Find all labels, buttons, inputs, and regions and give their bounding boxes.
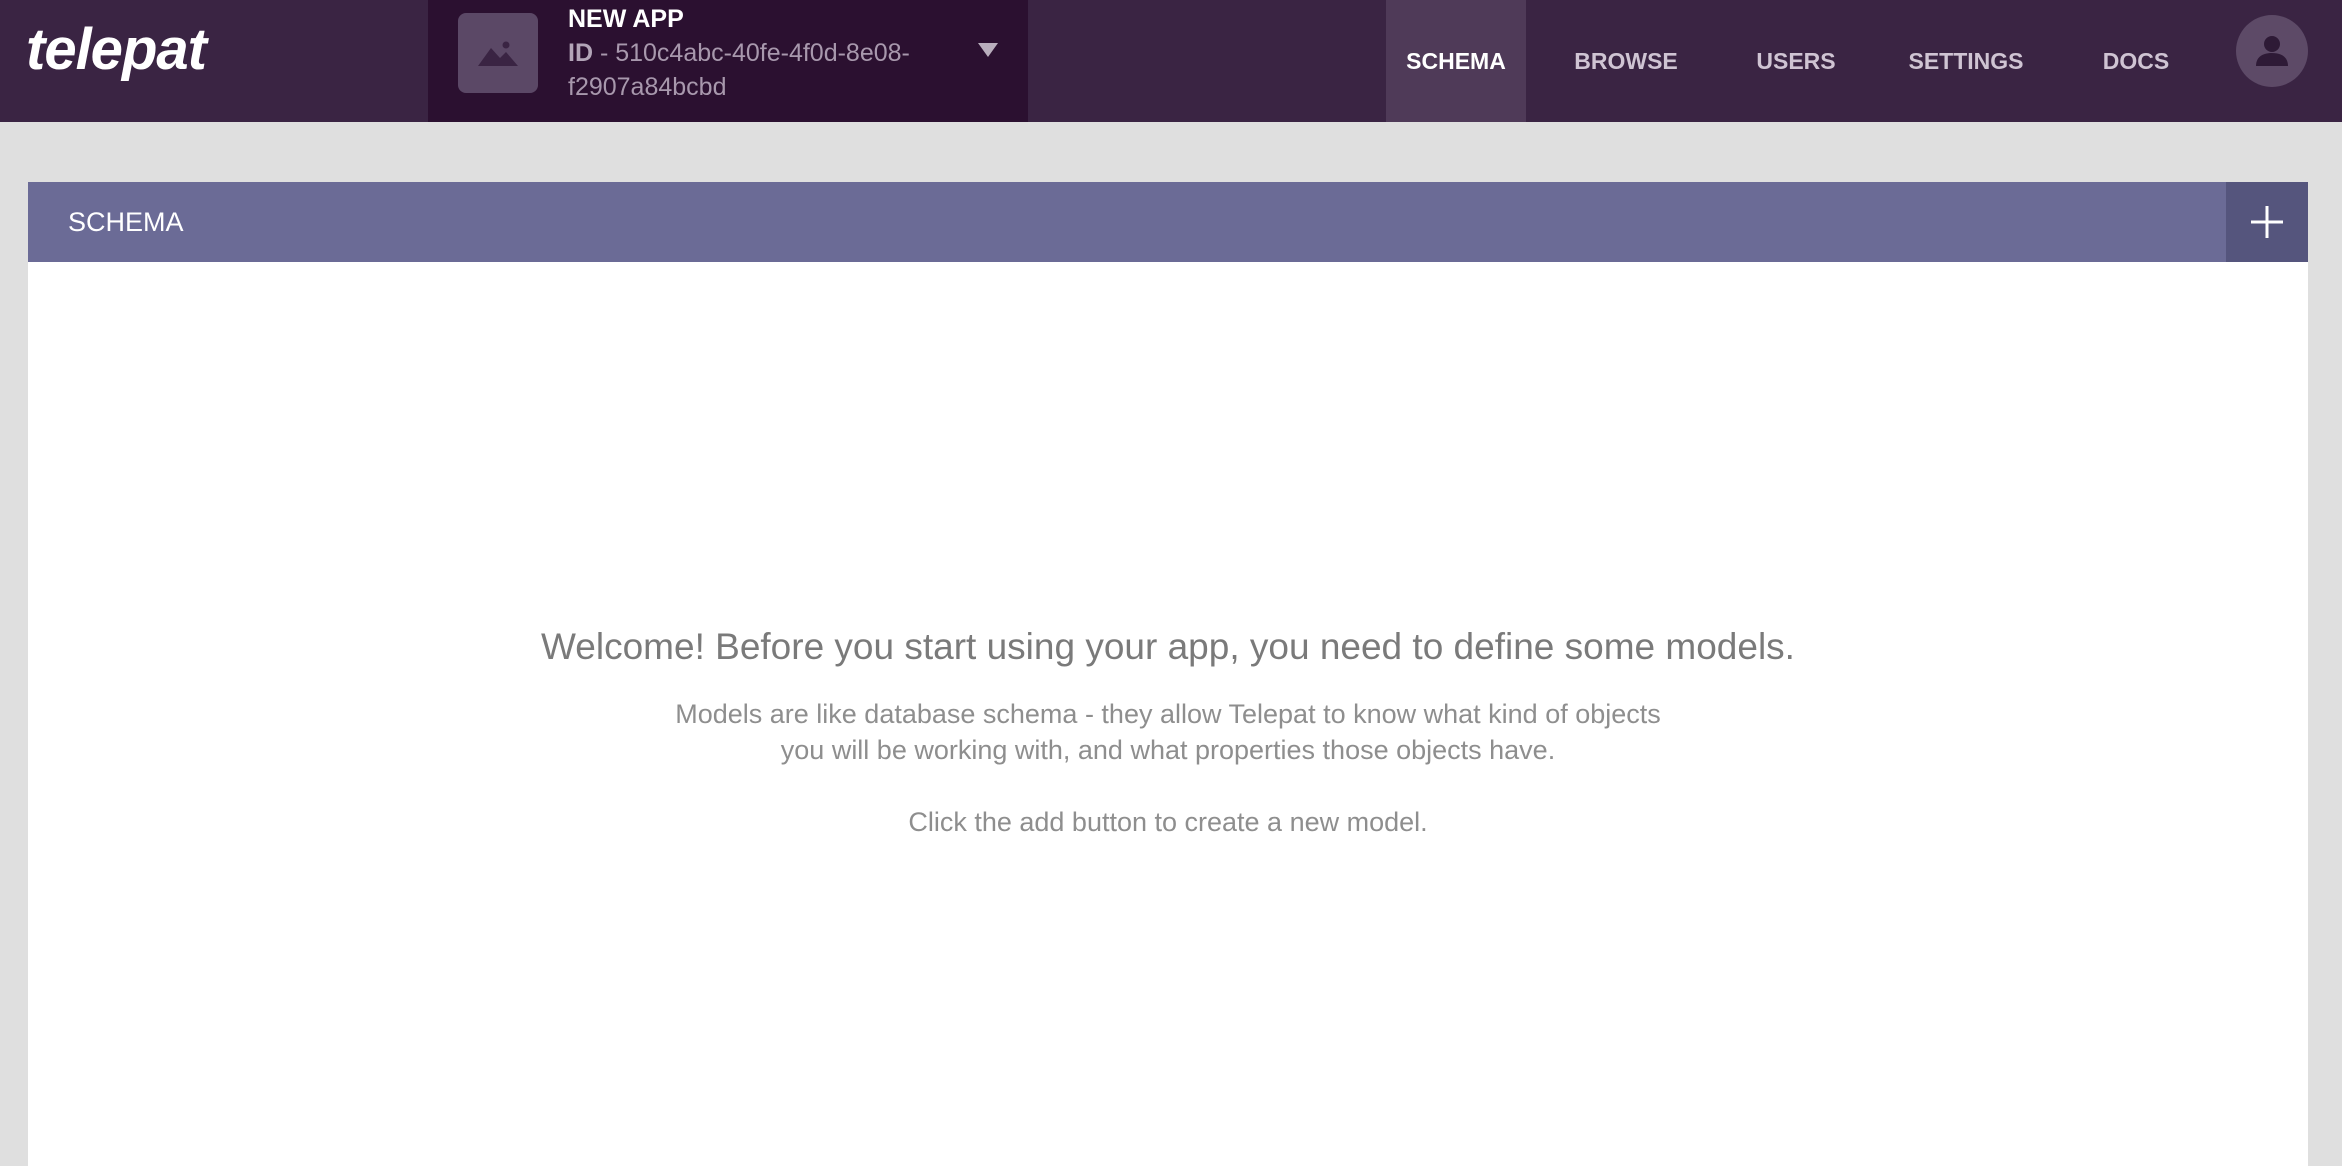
welcome-heading: Welcome! Before you start using your app…: [541, 626, 1795, 667]
app-name: NEW APP: [568, 5, 684, 33]
nav-docs[interactable]: DOCS: [2066, 0, 2206, 122]
nav-users[interactable]: USERS: [1726, 0, 1866, 122]
user-icon: [2256, 36, 2288, 66]
main-nav: SCHEMA BROWSE USERS SETTINGS DOCS: [1386, 0, 2206, 122]
app-switcher[interactable]: NEW APP ID - 510c4abc-40fe-4f0d-8e08-f29…: [428, 0, 1028, 122]
nav-settings[interactable]: SETTINGS: [1866, 0, 2066, 122]
app-id-label: ID: [568, 39, 593, 67]
app-id: ID - 510c4abc-40fe-4f0d-8e08-f2907a84bcb…: [568, 36, 948, 104]
caret-down-icon[interactable]: [978, 43, 998, 57]
empty-hint: Click the add button to create a new mod…: [908, 807, 1428, 837]
plus-icon: [2251, 206, 2283, 238]
app-id-value: 510c4abc-40fe-4f0d-8e08-f2907a84bcbd: [568, 39, 910, 101]
nav-browse[interactable]: BROWSE: [1526, 0, 1726, 122]
image-icon: [478, 41, 518, 66]
add-model-button[interactable]: [2226, 182, 2308, 262]
telepat-logo[interactable]: telepat: [26, 14, 207, 86]
schema-card: SCHEMA Welcome! Before you start using y…: [28, 182, 2308, 1166]
empty-description-line-2: you will be working with, and what prope…: [780, 735, 1556, 765]
app-thumbnail: [458, 13, 538, 93]
top-bar: telepat NEW APP ID - 510c4abc-40fe-4f0d-…: [0, 0, 2342, 122]
user-avatar[interactable]: [2236, 15, 2308, 87]
empty-description: Models are like database schema - they a…: [28, 696, 2308, 768]
empty-description-line-1: Models are like database schema - they a…: [675, 699, 1661, 729]
schema-title: SCHEMA: [68, 207, 184, 237]
schema-header: SCHEMA: [28, 182, 2308, 262]
empty-state: Welcome! Before you start using your app…: [28, 622, 2308, 840]
nav-schema[interactable]: SCHEMA: [1386, 0, 1526, 122]
app-id-separator: -: [593, 39, 616, 67]
